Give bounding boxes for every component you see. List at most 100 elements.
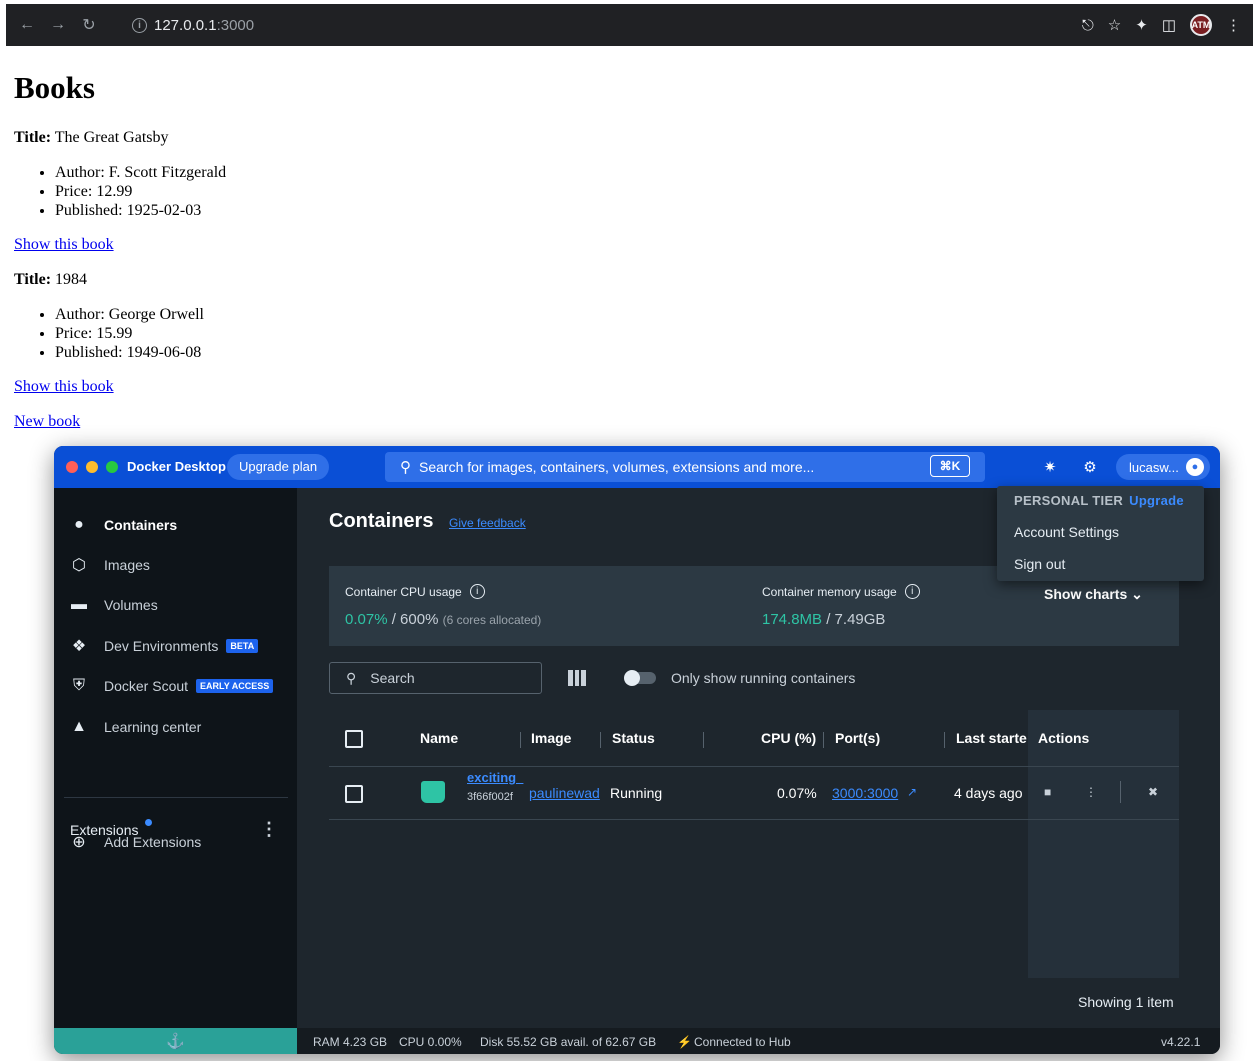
docker-whale-status[interactable]: ⚓ <box>54 1028 297 1054</box>
delete-trash-icon[interactable]: ✖ <box>1148 785 1158 799</box>
add-extensions-label: Add Extensions <box>104 834 202 850</box>
give-feedback-link[interactable]: Give feedback <box>449 516 526 530</box>
cpu-used: 0.07% <box>345 611 388 628</box>
account-dropdown-menu: PERSONAL TIER Upgrade Account Settings Si… <box>997 486 1204 581</box>
container-cpu: 0.07% <box>777 785 817 801</box>
column-header-status[interactable]: Status <box>612 730 655 746</box>
more-actions-icon[interactable]: ⋮ <box>1085 785 1097 799</box>
column-separator <box>520 732 521 748</box>
sidebar-item-containers[interactable]: ● Containers <box>68 513 177 537</box>
app-name: Docker Desktop <box>127 459 226 474</box>
add-extensions-button[interactable]: ⊕ Add Extensions <box>68 830 201 854</box>
sidebar-item-label: Volumes <box>104 597 158 613</box>
sidebar-item-volumes[interactable]: ▬ Volumes <box>68 593 158 617</box>
table-divider <box>329 819 1179 820</box>
share-icon[interactable]: ⎋ <box>1082 17 1094 34</box>
running-only-toggle[interactable] <box>624 670 656 686</box>
row-checkbox[interactable] <box>345 785 363 803</box>
book-title-value: 1984 <box>55 271 88 288</box>
user-icon: ● <box>1186 458 1204 476</box>
sidebar-item-docker-scout[interactable]: ⛨ Docker Scout EARLY ACCESS <box>68 674 274 698</box>
columns-icon[interactable] <box>568 670 587 686</box>
beta-badge: BETA <box>226 639 259 653</box>
bookmark-star-icon[interactable]: ☆ <box>1108 16 1121 34</box>
back-icon[interactable]: ← <box>16 14 38 36</box>
column-separator <box>944 732 945 748</box>
troubleshoot-bug-icon[interactable]: ✷ <box>1041 458 1059 476</box>
profile-avatar[interactable]: ATM <box>1190 14 1212 36</box>
show-book-link[interactable]: Show this book <box>14 377 114 397</box>
sign-out-menu-item[interactable]: Sign out <box>1014 556 1065 572</box>
page-title: Books <box>14 70 95 105</box>
search-icon: ⚲ <box>400 459 411 476</box>
info-icon[interactable]: i <box>904 584 920 599</box>
url-port: :3000 <box>216 16 255 34</box>
show-charts-button[interactable]: Show charts ⌄ <box>1044 586 1143 603</box>
memory-usage-label-text: Container memory usage <box>762 584 897 599</box>
upgrade-link[interactable]: Upgrade <box>1129 493 1184 508</box>
book-details: Author: F. Scott Fitzgerald Price: 12.99… <box>38 163 226 220</box>
shield-icon: ⛨ <box>72 677 85 694</box>
show-charts-label: Show charts <box>1044 586 1128 602</box>
sidebar-item-learning-center[interactable]: ▲ Learning center <box>68 715 201 739</box>
book-author: Author: George Orwell <box>55 305 204 324</box>
book-details: Author: George Orwell Price: 15.99 Publi… <box>38 305 204 362</box>
show-book-link[interactable]: Show this book <box>14 235 114 255</box>
site-info-icon[interactable]: i <box>132 17 147 33</box>
reload-icon[interactable]: ↻ <box>78 14 100 36</box>
cpu-usage-label-text: Container CPU usage <box>345 584 462 599</box>
side-panel-icon[interactable]: ◫ <box>1162 16 1176 34</box>
window-zoom-button[interactable] <box>106 461 118 473</box>
column-header-ports[interactable]: Port(s) <box>835 730 880 746</box>
stop-icon[interactable]: ■ <box>1044 785 1051 799</box>
kebab-menu-icon[interactable]: ⋮ <box>1226 16 1241 34</box>
container-image-link[interactable]: paulinewad <box>529 785 603 801</box>
cpu-usage-value: 0.07% / 600% (6 cores allocated) <box>345 611 541 628</box>
column-header-cpu[interactable]: CPU (%) <box>761 730 816 746</box>
forward-icon[interactable]: → <box>47 14 69 36</box>
container-search-input[interactable]: ⚲ Search <box>329 662 542 694</box>
cpu-note: (6 cores allocated) <box>442 613 542 627</box>
column-header-actions: Actions <box>1038 730 1090 746</box>
running-only-label: Only show running containers <box>671 670 856 686</box>
search-icon: ⚲ <box>346 669 357 686</box>
select-all-checkbox[interactable] <box>345 730 363 748</box>
sidebar-item-label: Learning center <box>104 719 202 735</box>
container-status: Running <box>610 785 663 801</box>
window-close-button[interactable] <box>66 461 78 473</box>
search-shortcut-badge: ⌘K <box>930 455 970 477</box>
settings-gear-icon[interactable]: ⚙ <box>1081 458 1099 476</box>
sidebar-item-dev-environments[interactable]: ❖ Dev Environments BETA <box>68 634 259 658</box>
docker-titlebar: Docker Desktop Upgrade plan ⚲ Search for… <box>54 446 1220 488</box>
container-port-link[interactable]: 3000:3000 <box>832 785 898 801</box>
column-separator <box>703 732 704 748</box>
ram-usage: RAM 4.23 GB <box>313 1035 388 1049</box>
dev-env-icon: ❖ <box>71 638 87 655</box>
container-name-link[interactable]: exciting_ <box>467 770 523 785</box>
image-icon: ⬡ <box>72 557 86 574</box>
tier-name: PERSONAL TIER <box>1014 493 1124 508</box>
memory-used: 174.8MB <box>762 611 823 628</box>
cpu-usage-label: Container CPU usage i <box>345 584 485 599</box>
extensions-puzzle-icon[interactable]: ✦ <box>1135 16 1148 34</box>
account-name: lucasw... <box>1129 459 1179 475</box>
column-header-name[interactable]: Name <box>420 730 458 746</box>
upgrade-plan-button[interactable]: Upgrade plan <box>227 454 330 480</box>
account-button[interactable]: lucasw... ● <box>1116 454 1210 480</box>
info-icon[interactable]: i <box>469 584 485 599</box>
column-header-image[interactable]: Image <box>531 730 571 746</box>
cpu-total: / 600% <box>391 611 439 628</box>
account-settings-menu-item[interactable]: Account Settings <box>1014 524 1119 540</box>
address-bar[interactable]: i 127.0.0.1:3000 <box>120 10 1220 40</box>
sidebar-item-label: Docker Scout <box>104 678 189 694</box>
extensions-more-icon[interactable]: ⋮ <box>260 819 278 840</box>
new-book-link[interactable]: New book <box>14 412 80 432</box>
sidebar-item-images[interactable]: ⬡ Images <box>68 553 150 577</box>
browser-actions: ⎋ ☆ ✦ ◫ ATM ⋮ <box>1082 4 1241 46</box>
global-search-input[interactable]: ⚲ Search for images, containers, volumes… <box>385 452 985 482</box>
book-price: Price: 15.99 <box>55 324 204 343</box>
book-published: Published: 1949-06-08 <box>55 343 204 362</box>
column-header-last-started[interactable]: Last starte <box>956 730 1027 746</box>
external-link-icon[interactable]: ↗ <box>907 785 917 799</box>
window-minimize-button[interactable] <box>86 461 98 473</box>
